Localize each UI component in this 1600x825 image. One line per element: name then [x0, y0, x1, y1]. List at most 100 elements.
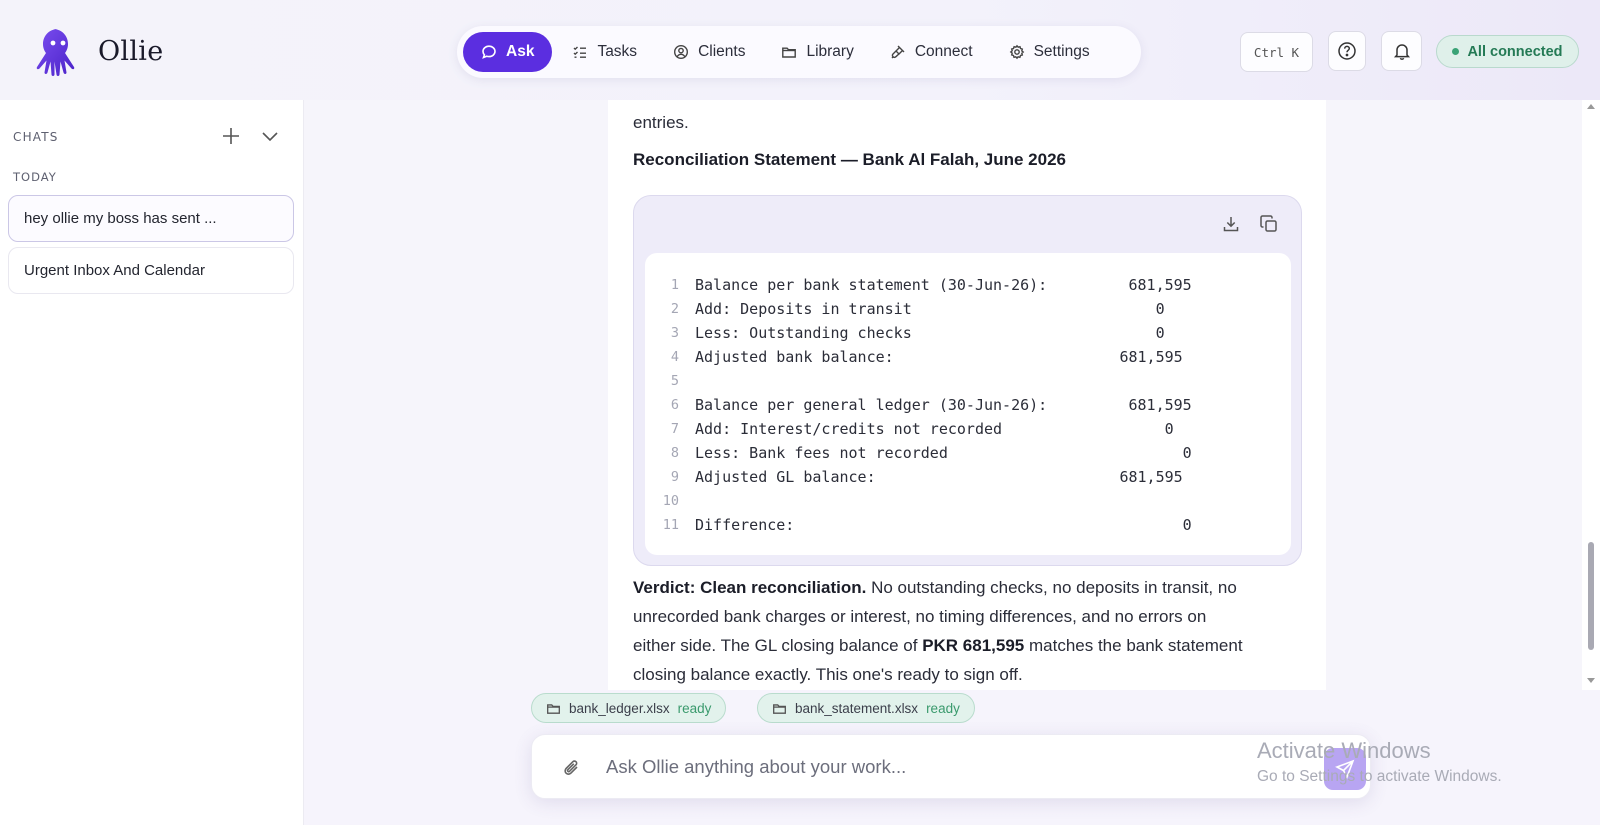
code-text: Less: Bank fees not recorded 0: [695, 444, 1192, 462]
verdict-line-2: unrecorded bank charges or interest, no …: [633, 607, 1207, 626]
verdict-text: No outstanding checks, no deposits in tr…: [866, 578, 1237, 597]
verdict-text: either side. The GL closing balance of: [633, 636, 923, 655]
folder-icon: [547, 703, 560, 714]
line-number: 1: [670, 277, 679, 293]
code-content: 1 Balance per bank statement (30-Jun-26):…: [645, 253, 1291, 555]
code-line: 7 Add: Interest/credits not recorded 0: [645, 417, 1291, 441]
code-line: 11 Difference: 0: [645, 513, 1291, 537]
verdict-line-1: Verdict: Clean reconciliation. No outsta…: [633, 573, 1237, 602]
line-number: 11: [662, 517, 679, 533]
composer-input[interactable]: Ask Ollie anything about your work...: [606, 756, 906, 778]
notifications-button[interactable]: [1381, 31, 1422, 71]
chevron-down-icon[interactable]: [260, 128, 280, 144]
line-number: 3: [670, 325, 679, 341]
line-number: 8: [670, 445, 679, 461]
connection-status-badge[interactable]: All connected: [1436, 35, 1579, 68]
watermark-line-1: Activate Windows: [1257, 738, 1431, 763]
code-text: Add: Interest/credits not recorded 0: [695, 420, 1174, 438]
attachment-name: bank_statement.xlsx: [795, 700, 919, 716]
code-line: 2 Add: Deposits in transit 0: [645, 297, 1291, 321]
octopus-logo-icon: [36, 29, 75, 76]
tab-connect[interactable]: Connect: [874, 32, 989, 72]
tab-connect-label: Connect: [914, 43, 973, 60]
chat-item-label: hey ollie my boss has sent ...: [24, 210, 217, 227]
tab-clients[interactable]: Clients: [657, 32, 761, 72]
tab-tasks[interactable]: Tasks: [556, 32, 653, 72]
main-nav: Ask Tasks Clients Library Connect Settin…: [457, 26, 1141, 78]
help-button[interactable]: [1328, 31, 1366, 71]
code-line: 10: [645, 489, 1291, 513]
chat-item-label: Urgent Inbox And Calendar: [24, 262, 205, 279]
scroll-down-arrow-icon[interactable]: [1587, 678, 1595, 683]
tab-settings-label: Settings: [1033, 43, 1090, 60]
status-label: All connected: [1467, 43, 1563, 60]
line-number: 7: [670, 421, 679, 437]
tab-library[interactable]: Library: [765, 32, 869, 72]
attachment-name: bank_ledger.xlsx: [569, 700, 670, 716]
chat-item[interactable]: Urgent Inbox And Calendar: [8, 247, 294, 294]
app-name: Ollie: [98, 35, 164, 67]
line-number: 5: [670, 373, 679, 389]
code-line: 6 Balance per general ledger (30-Jun-26):…: [645, 393, 1291, 417]
folder-icon: [782, 47, 797, 58]
chat-item[interactable]: hey ollie my boss has sent ...: [8, 195, 294, 242]
amount-bold: PKR 681,595: [922, 636, 1025, 655]
command-palette-shortcut[interactable]: Ctrl K: [1240, 32, 1313, 72]
tab-library-label: Library: [806, 43, 854, 60]
line-number: 2: [670, 301, 679, 317]
code-text: Adjusted GL balance: 681,595: [695, 468, 1183, 486]
attachment-chip[interactable]: bank_statement.xlsx ready: [757, 693, 975, 723]
code-line: 3 Less: Outstanding checks 0: [645, 321, 1291, 345]
copy-icon[interactable]: [1259, 214, 1279, 234]
tab-tasks-label: Tasks: [597, 43, 638, 60]
statement-heading: Reconciliation Statement — Bank Al Falah…: [633, 150, 1066, 169]
new-chat-plus-icon[interactable]: [220, 125, 242, 147]
attachment-chip[interactable]: bank_ledger.xlsx ready: [531, 693, 727, 723]
attachment-status: ready: [677, 700, 712, 716]
scroll-up-arrow-icon[interactable]: [1587, 104, 1595, 109]
code-block: 1 Balance per bank statement (30-Jun-26):…: [633, 195, 1302, 566]
paperclip-icon[interactable]: [562, 757, 582, 779]
verdict-text: matches the bank statement: [1024, 636, 1243, 655]
watermark-line-2: Go to Settings to activate Windows.: [1257, 768, 1502, 785]
code-text: Balance per general ledger (30-Jun-26): …: [695, 396, 1192, 414]
code-line: 9 Adjusted GL balance: 681,595: [645, 465, 1291, 489]
conversation-area[interactable]: entries. Reconciliation Statement — Bank…: [304, 100, 1582, 690]
bell-icon: [1393, 44, 1410, 60]
attachment-status: ready: [926, 700, 960, 716]
tab-settings[interactable]: Settings: [993, 32, 1106, 72]
status-dot-icon: [1452, 48, 1460, 55]
tab-ask[interactable]: Ask: [463, 32, 553, 72]
checklist-icon: [573, 46, 587, 58]
chats-heading: CHATS: [13, 130, 59, 144]
message-composer[interactable]: Ask Ollie anything about your work...: [531, 734, 1371, 799]
sidebar: CHATS TODAY hey ollie my boss has sent .…: [0, 100, 304, 825]
tab-ask-label: Ask: [506, 43, 535, 60]
code-text: Balance per bank statement (30-Jun-26): …: [695, 276, 1192, 294]
code-line: 5: [645, 369, 1291, 393]
top-bar: Ollie Ask Tasks Clients Library Connect …: [0, 0, 1600, 100]
line-number: 10: [662, 493, 679, 509]
today-heading: TODAY: [13, 170, 57, 184]
chat-bubble-icon: [482, 45, 496, 59]
code-text: Less: Outstanding checks 0: [695, 324, 1165, 342]
scrollbar[interactable]: [1582, 100, 1600, 690]
verdict-bold: Verdict: Clean reconciliation.: [633, 578, 867, 597]
code-text: Add: Deposits in transit 0: [695, 300, 1165, 318]
line-number: 9: [670, 469, 679, 485]
code-text: Adjusted bank balance: 681,595: [695, 348, 1183, 366]
verdict-line-3: either side. The GL closing balance of P…: [633, 631, 1243, 660]
gear-icon: [1009, 44, 1024, 60]
scrollbar-thumb[interactable]: [1588, 542, 1594, 650]
line-number: 6: [670, 397, 679, 413]
line-number: 4: [670, 349, 679, 365]
brand[interactable]: Ollie: [32, 26, 164, 76]
plug-icon: [891, 45, 905, 59]
help-icon: [1338, 42, 1356, 60]
verdict-line-4: closing balance exactly. This one's read…: [633, 665, 1023, 684]
folder-icon: [773, 703, 786, 714]
code-line: 1 Balance per bank statement (30-Jun-26):…: [645, 273, 1291, 297]
code-line: 8 Less: Bank fees not recorded 0: [645, 441, 1291, 465]
download-icon[interactable]: [1221, 214, 1241, 234]
code-line: 4 Adjusted bank balance: 681,595: [645, 345, 1291, 369]
